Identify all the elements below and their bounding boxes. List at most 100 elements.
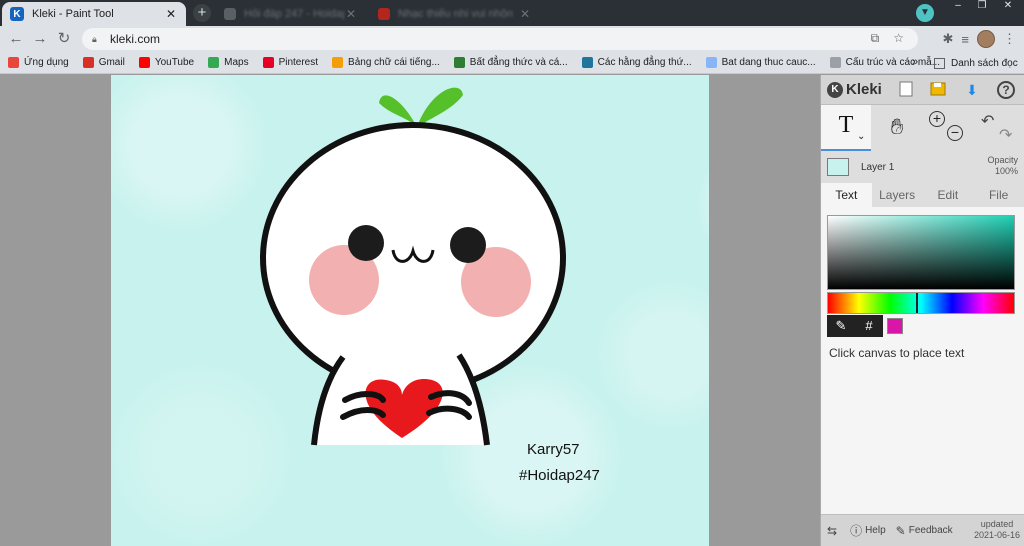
profile-avatar[interactable]	[977, 30, 995, 48]
browser-toolbar: ← → ↻ 🔒︎ kleki.com ⧉ ☆ ✱ ≡ ⋮	[0, 26, 1024, 52]
translate-icon[interactable]: ⧉	[871, 31, 880, 46]
media-control-icon[interactable]: ≡	[961, 32, 969, 47]
bookmark-item[interactable]: Cấu trúc và các mẫ...	[829, 57, 941, 68]
extensions-puzzle-icon[interactable]: ✱	[943, 31, 954, 47]
panel-tabs: Text Layers Edit File	[821, 183, 1024, 207]
feedback-label: Feedback	[908, 525, 953, 536]
bookmark-label: Bảng chữ cái tiếng...	[348, 57, 440, 68]
swap-arrows-icon: ⇆	[827, 523, 838, 538]
layer-preview-row[interactable]: Layer 1 Opacity 100%	[821, 153, 1024, 181]
bookmark-item[interactable]: Ứng dụng	[8, 57, 69, 68]
tab-edit[interactable]: Edit	[923, 183, 974, 207]
menu-dots-icon[interactable]: ⋮	[1003, 31, 1016, 47]
reload-icon[interactable]: ↻	[52, 27, 76, 51]
close-window-button[interactable]: ✕	[996, 0, 1020, 14]
bookmark-label: Ứng dụng	[24, 57, 69, 68]
opacity-value: 100%	[994, 166, 1018, 176]
hue-slider[interactable]	[827, 292, 1015, 314]
new-tab-button[interactable]: +	[193, 4, 211, 22]
apps-grid-icon	[8, 57, 19, 68]
page-favicon-icon	[224, 8, 236, 20]
bookmark-item[interactable]: Gmail	[82, 57, 125, 68]
help-icon[interactable]: ?	[997, 81, 1015, 99]
zoom-in-icon[interactable]: +	[929, 111, 945, 127]
tab-title: Kleki - Paint Tool	[32, 8, 114, 20]
doc-icon	[829, 57, 841, 68]
bookmark-item[interactable]: Bảng chữ cái tiếng...	[332, 57, 440, 68]
tab-kleki[interactable]: K Kleki - Paint Tool ✕	[2, 2, 186, 26]
hue-slider-handle[interactable]	[916, 293, 918, 313]
bookmark-label: Gmail	[98, 57, 125, 68]
orange-circle-icon	[332, 57, 344, 68]
layer-name: Layer 1	[861, 161, 895, 173]
youtube-favicon-icon	[378, 8, 390, 20]
minimize-button[interactable]: –	[946, 0, 970, 14]
cup-icon	[453, 57, 465, 68]
back-arrow-icon[interactable]: ←	[4, 27, 28, 51]
history-tools: ↶ ↷	[977, 105, 1017, 151]
restore-button[interactable]: ❐	[970, 0, 994, 14]
address-bar[interactable]: 🔒︎ kleki.com ⧉ ☆	[82, 28, 918, 50]
page-icon	[705, 57, 717, 68]
close-tab-icon[interactable]: ✕	[518, 7, 532, 21]
chevron-down-icon[interactable]: ⌄	[857, 131, 865, 142]
kleki-logo-text: Kleki	[846, 81, 882, 98]
redo-icon[interactable]: ↷	[999, 125, 1012, 145]
kleki-side-panel: K Kleki ⬇ ? T ⌄ ✋︎ + − ↶ ↷ Layer 1 Opaci…	[820, 75, 1024, 546]
reading-list-button[interactable]: Danh sách đọc	[934, 52, 1018, 74]
bookmark-label: Cấu trúc và các mẫ...	[845, 57, 941, 68]
hex-input-button[interactable]: #	[855, 315, 883, 337]
canvas-area[interactable]: Karry57 #Hoidap247	[0, 75, 820, 546]
download-icon[interactable]: ⬇	[963, 81, 981, 99]
bookmark-item[interactable]: Maps	[208, 57, 249, 68]
tab-layers[interactable]: Layers	[872, 183, 923, 207]
bookmark-label: YouTube	[154, 57, 195, 68]
help-button[interactable]: ⓘ Help	[850, 522, 886, 539]
forward-arrow-icon[interactable]: →	[28, 27, 52, 51]
updated-date: 2021-06-16	[973, 530, 1020, 540]
sprout-leaf-right	[417, 87, 463, 127]
text-tool-button[interactable]: T ⌄	[821, 105, 871, 151]
bookmark-item[interactable]: YouTube	[138, 57, 195, 68]
canvas-text-line-2: #Hoidap247	[519, 467, 600, 484]
bookmark-item[interactable]: Bất đẳng thức và cá...	[453, 57, 568, 68]
eye-left	[348, 225, 384, 261]
swap-sides-button[interactable]: ⇆	[827, 524, 840, 538]
current-color-swatch[interactable]	[887, 318, 903, 334]
save-icon[interactable]	[929, 81, 947, 99]
bookmark-star-icon[interactable]: ☆	[893, 31, 904, 46]
tab-text[interactable]: Text	[821, 183, 872, 207]
bookmark-item[interactable]: Bat dang thuc cauc...	[705, 57, 816, 68]
tab-inactive-1[interactable]: Hỏi đáp 247 - Hoidap247 ✕	[216, 2, 366, 26]
maps-icon	[208, 57, 220, 68]
canvas-text-line-1: Karry57	[527, 441, 580, 458]
zoom-out-icon[interactable]: −	[947, 125, 963, 141]
hand-icon: ✋︎	[890, 114, 904, 139]
tab-file[interactable]: File	[973, 183, 1024, 207]
saturation-value-picker[interactable]	[827, 215, 1015, 290]
undo-icon[interactable]: ↶	[981, 111, 994, 131]
opacity-label: Opacity	[987, 155, 1018, 165]
color-pick-row: ✎ #	[827, 315, 903, 337]
hand-tool-button[interactable]: ✋︎	[879, 105, 915, 151]
downloads-badge-icon[interactable]: ▼	[916, 4, 934, 22]
close-tab-icon[interactable]: ✕	[344, 7, 358, 21]
bookmark-item[interactable]: Pinterest	[262, 57, 318, 68]
drawing-canvas[interactable]: Karry57 #Hoidap247	[111, 75, 709, 546]
tab-inactive-2[interactable]: Nhạc thiếu nhi vui nhộn ✕	[370, 2, 540, 26]
bookmark-label: Maps	[224, 57, 249, 68]
tab-title: Hỏi đáp 247 - Hoidap247	[244, 8, 344, 20]
reading-list-icon	[934, 57, 945, 69]
bookmarks-overflow-button[interactable]: »	[912, 56, 918, 68]
updated-info[interactable]: updated 2021-06-16	[974, 519, 1020, 541]
new-image-icon[interactable]	[897, 81, 915, 99]
lock-icon: 🔒︎	[92, 34, 97, 44]
feedback-icon: ✎	[895, 523, 906, 538]
bookmark-item[interactable]: Các hằng đẳng thứ...	[581, 57, 692, 68]
eyedropper-icon[interactable]: ✎	[827, 315, 855, 337]
kleki-logo[interactable]: K Kleki	[827, 81, 882, 98]
bookmarks-bar: Ứng dụng Gmail YouTube Maps Pinterest Bảng ch…	[0, 52, 1024, 74]
feedback-button[interactable]: ✎ Feedback	[896, 524, 953, 538]
close-tab-icon[interactable]: ✕	[164, 7, 178, 21]
kleki-logo-icon: K	[827, 81, 843, 98]
